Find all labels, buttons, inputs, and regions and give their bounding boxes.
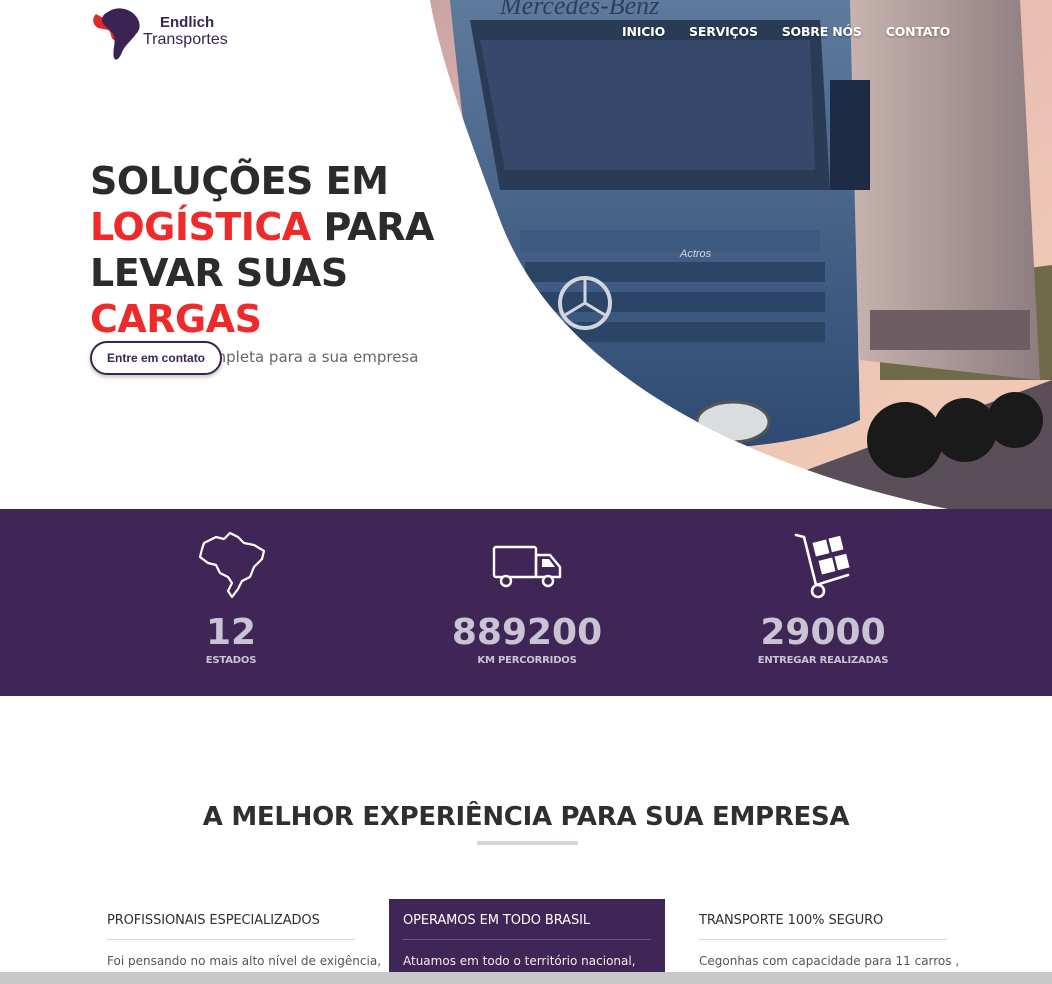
logo-name: Endlich [160, 14, 215, 31]
section-title: A MELHOR EXPERIÊNCIA PARA SUA EMPRESA [202, 802, 850, 832]
stat-km-label: KM PERCORRIDOS [477, 655, 577, 666]
truck-grille-text: Mercedes-Benz [499, 0, 659, 20]
stat-deliveries: 29000 ENTREGAR REALIZADAS [713, 529, 933, 666]
feature-card-title: TRANSPORTE 100% SEGURO [699, 913, 947, 940]
hero-title-line3-start: LEVAR SUAS [90, 251, 348, 295]
nav-link-inicio[interactable]: INICIO [622, 24, 665, 39]
hero-title-line1: SOLUÇÕES EM [90, 159, 389, 203]
logo-text[interactable]: Endlich Transportes [143, 14, 228, 48]
brazil-map-icon [198, 531, 266, 599]
stat-states-label: ESTADOS [205, 655, 257, 666]
stat-deliveries-label: ENTREGAR REALIZADAS [757, 655, 889, 666]
hero-title: SOLUÇÕES EM LOGÍSTICA PARA LEVAR SUAS CA… [90, 158, 520, 342]
stat-km-value: 889200 [451, 612, 603, 653]
truck-icon [492, 545, 562, 588]
hero-copy: SOLUÇÕES EM LOGÍSTICA PARA LEVAR SUAS CA… [90, 158, 520, 366]
truck-model-badge: Actros [679, 248, 712, 260]
feature-card-text: Cegonhas com capacidade para 11 carros , [699, 954, 960, 968]
feature-card-title: PROFISSIONAIS ESPECIALIZADOS [107, 913, 355, 940]
contact-button[interactable]: Entre em contato [90, 341, 223, 375]
stat-states: 12 ESTADOS [121, 529, 341, 666]
nav-link-contato[interactable]: CONTATO [886, 24, 950, 39]
logo-subtitle: Transportes [143, 31, 228, 48]
stat-deliveries-value: 29000 [760, 612, 886, 653]
hand-truck-icon [794, 533, 850, 599]
hero-title-line2-rest: PARA [310, 205, 434, 249]
feature-card-text: Foi pensando no mais alto nível de exigê… [107, 954, 382, 968]
feature-card-text: Atuamos em todo o território nacional, [403, 954, 636, 968]
stat-states-value: 12 [205, 612, 257, 653]
feature-card-title: OPERAMOS EM TODO BRASIL [403, 913, 651, 940]
nav-link-sobre-nos[interactable]: SOBRE NÓS [782, 24, 862, 39]
stat-km: 889200 KM PERCORRIDOS [417, 529, 637, 666]
main-nav: INICIO SERVIÇOS SOBRE NÓS CONTATO [622, 24, 950, 39]
title-underline [477, 841, 578, 845]
stats-section: 12 ESTADOS 889200 KM PERCORRIDOS 29000 E… [0, 509, 1052, 696]
hero-title-highlight-cargas: CARGAS [90, 297, 262, 341]
horizontal-scrollbar[interactable] [0, 972, 1052, 984]
nav-link-servicos[interactable]: SERVIÇOS [689, 24, 758, 39]
hero-section: Mercedes-Benz Actros Endlich Transportes… [0, 0, 1052, 509]
hero-title-highlight-logistica: LOGÍSTICA [90, 205, 311, 249]
